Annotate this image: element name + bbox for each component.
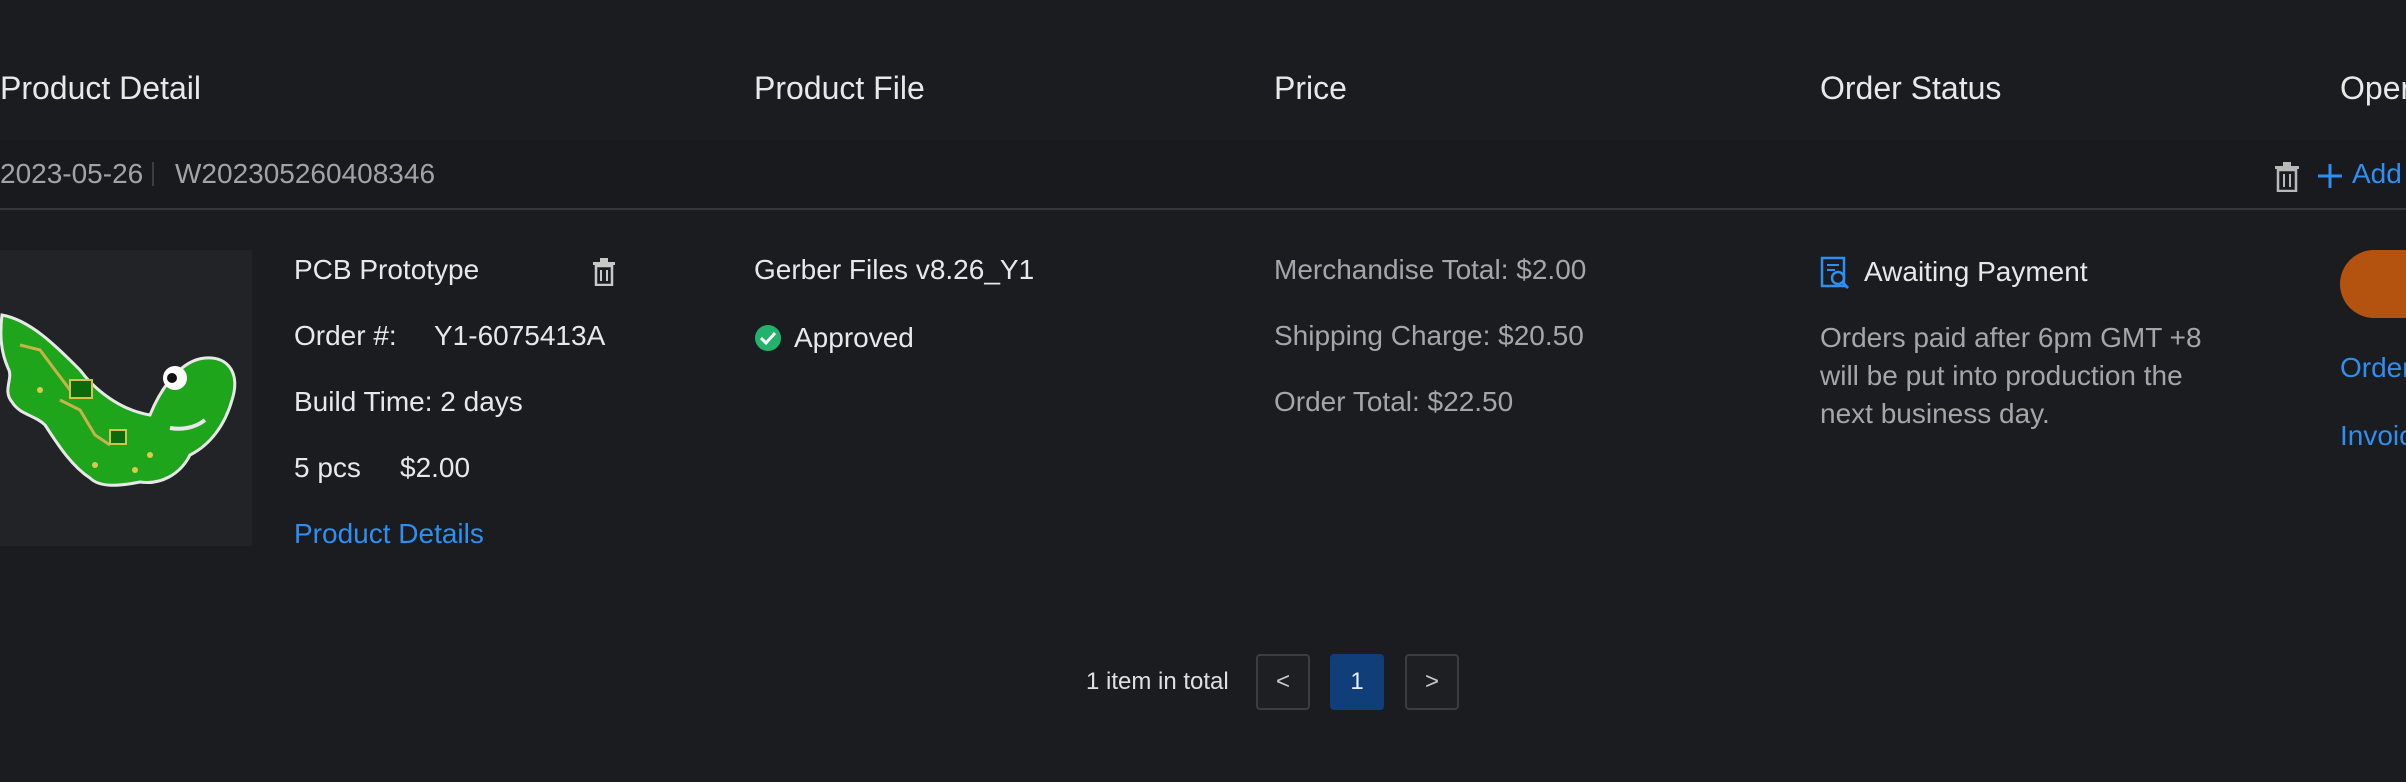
file-name: Gerber Files v8.26_Y1: [754, 254, 1035, 285]
pagination-next-button[interactable]: >: [1405, 654, 1459, 710]
product-name: PCB Prototype: [294, 254, 480, 285]
pay-now-button[interactable]: [2340, 250, 2406, 318]
status-note-line-2: will be put into production the: [1820, 360, 2183, 391]
divider: [152, 162, 154, 186]
build-time: Build Time: 2 days: [294, 386, 523, 417]
delete-item-icon[interactable]: [592, 258, 616, 287]
check-circle-icon: [754, 324, 782, 352]
quantity: 5 pcs: [294, 452, 361, 483]
file-status: Approved: [794, 322, 914, 353]
col-product-file: Product File: [754, 70, 925, 106]
add-button[interactable]: Add: [2352, 158, 2402, 190]
col-operation: Oper: [2340, 70, 2406, 106]
status-note-line-1: Orders paid after 6pm GMT +8: [1820, 322, 2202, 353]
order-number: W202305260408346: [175, 158, 436, 189]
document-search-icon: [1820, 256, 1850, 290]
plus-icon[interactable]: [2316, 162, 2344, 190]
order-status-text: Awaiting Payment: [1864, 256, 2088, 287]
pcb-image: [0, 313, 237, 487]
pagination-prev-button[interactable]: <: [1256, 654, 1310, 710]
order-label: Order #:: [294, 320, 397, 351]
trash-icon[interactable]: [2274, 162, 2300, 193]
order-date: 2023-05-26: [0, 158, 144, 189]
order-details-link[interactable]: Order: [2340, 352, 2406, 384]
product-details-link[interactable]: Product Details: [294, 518, 484, 550]
pagination-page-1[interactable]: 1: [1330, 654, 1384, 710]
col-price: Price: [1274, 70, 1347, 106]
order-value: Y1-6075413A: [434, 320, 606, 351]
invoice-link[interactable]: Invoic: [2340, 420, 2406, 452]
merchandise-total: Merchandise Total: $2.00: [1274, 254, 1587, 285]
shipping-charge: Shipping Charge: $20.50: [1274, 320, 1584, 351]
order-total: Order Total: $22.50: [1274, 386, 1514, 417]
pagination-total: 1 item in total: [1086, 668, 1229, 695]
unit-price: $2.00: [400, 452, 471, 483]
product-thumbnail[interactable]: [0, 250, 252, 546]
col-product-detail: Product Detail: [0, 70, 201, 106]
col-order-status: Order Status: [1820, 70, 2002, 106]
status-note-line-3: next business day.: [1820, 398, 2050, 429]
